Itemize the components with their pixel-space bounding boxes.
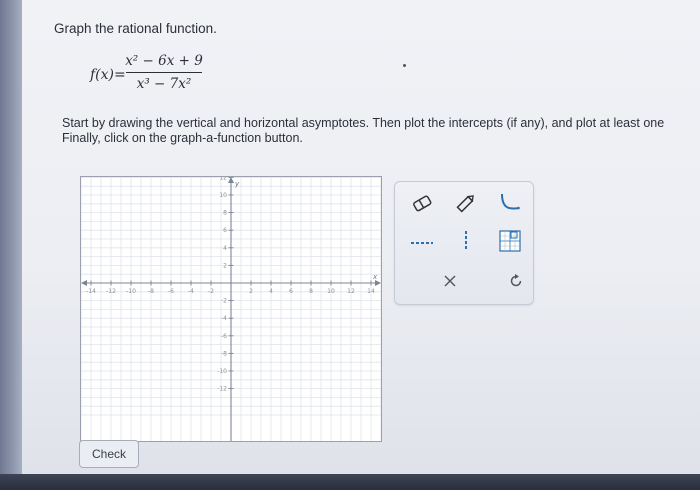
x-tick-label: -2	[208, 288, 214, 295]
horizontal-asymptote-tool[interactable]	[407, 230, 437, 256]
x-tick-label: -12	[106, 288, 116, 295]
y-tick-label: 2	[223, 262, 227, 269]
y-tick-label: -12	[217, 386, 227, 393]
grid-point-tool[interactable]	[495, 228, 525, 254]
pencil-tool[interactable]	[451, 190, 481, 216]
y-tick-label: -10	[217, 368, 227, 375]
x-tick-label: -6	[168, 288, 174, 295]
check-button[interactable]: Check	[79, 440, 139, 468]
graph-toolbox	[394, 181, 534, 305]
y-tick-label: 12	[219, 177, 227, 181]
monitor-bezel-left	[0, 0, 22, 490]
fraction: x² − 6x + 9 x³ − 7x²	[124, 50, 204, 95]
instructions-line-2: Finally, click on the graph-a-function b…	[62, 131, 303, 145]
y-axis-label: y	[234, 180, 240, 188]
x-tick-label: -10	[126, 288, 136, 295]
graph-a-function-icon	[501, 193, 520, 210]
screen: Graph the rational function. f(x)= x² − …	[22, 0, 700, 474]
undo-icon	[510, 274, 522, 287]
y-tick-label: 4	[223, 245, 227, 252]
x-tick-label: 12	[347, 288, 355, 295]
y-tick-label: 8	[223, 210, 227, 217]
eraser-tool[interactable]	[407, 190, 437, 216]
x-tick-label: 8	[309, 288, 313, 295]
x-tick-label: -14	[86, 288, 96, 295]
y-axis-arrow-up	[228, 177, 234, 183]
y-tick-label: 10	[219, 192, 227, 199]
numerator: x² − 6x + 9	[125, 53, 203, 69]
undo-tool[interactable]	[501, 268, 531, 294]
x-tick-label: -8	[148, 288, 154, 295]
y-tick-label: -4	[221, 315, 227, 322]
x-tick-label: 6	[289, 288, 293, 295]
y-tick-label: -8	[221, 350, 227, 357]
x-tick-label: 2	[249, 288, 253, 295]
question-title: Graph the rational function.	[54, 21, 217, 36]
y-tick-label: -6	[221, 333, 227, 340]
clear-icon	[444, 275, 456, 287]
pencil-icon	[456, 195, 474, 213]
x-tick-label: 4	[269, 288, 273, 295]
grid-point-icon	[499, 230, 521, 252]
vertical-asymptote-icon	[465, 231, 467, 251]
horizontal-asymptote-icon	[411, 242, 433, 244]
denominator: x³ − 7x²	[136, 76, 192, 92]
x-tick-label: -4	[188, 288, 194, 295]
eraser-icon	[413, 195, 432, 212]
function-lhs: f(x)=	[90, 67, 126, 83]
graph-canvas[interactable]: xy-14-12-10-8-6-4-224681012141412108642-…	[81, 177, 381, 441]
monitor-bezel-bottom	[0, 474, 700, 490]
x-tick-label: 10	[327, 288, 335, 295]
x-tick-label: 14	[367, 288, 375, 295]
graph-a-function-tool[interactable]	[495, 190, 525, 216]
y-tick-label: -2	[221, 298, 227, 305]
vertical-asymptote-tool[interactable]	[451, 228, 481, 254]
stray-dot	[403, 64, 406, 67]
clear-tool[interactable]	[435, 268, 465, 294]
y-tick-label: 6	[223, 227, 227, 234]
x-axis-label: x	[372, 273, 378, 281]
x-axis-arrow-left	[81, 280, 87, 286]
instructions-line-1: Start by drawing the vertical and horizo…	[62, 116, 665, 130]
instructions: Start by drawing the vertical and horizo…	[62, 116, 700, 146]
function-formula: f(x)= x² − 6x + 9 x³ − 7x²	[90, 50, 290, 102]
graph-area[interactable]: xy-14-12-10-8-6-4-224681012141412108642-…	[80, 176, 382, 442]
